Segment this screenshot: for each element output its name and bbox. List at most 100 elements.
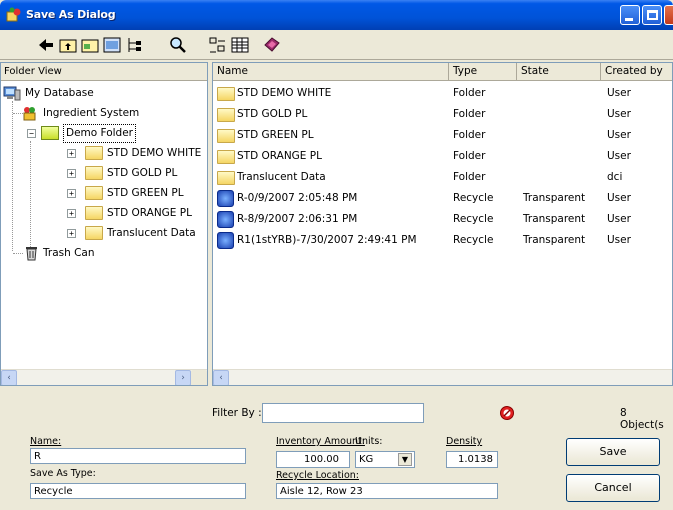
item-created-by: User (607, 192, 631, 204)
tree-item-label: STD GOLD PL (107, 167, 178, 179)
units-label: Units: (355, 436, 383, 447)
scroll-right-icon[interactable]: › (175, 370, 191, 385)
back-arrow-icon[interactable] (36, 35, 56, 55)
column-header-type[interactable]: Type (449, 63, 517, 81)
left-horizontal-scrollbar[interactable]: ‹ › (1, 369, 207, 385)
item-name: STD GREEN PL (237, 129, 314, 141)
filter-input[interactable] (262, 403, 424, 423)
column-header-name[interactable]: Name (213, 63, 449, 81)
expand-icon[interactable]: + (67, 169, 76, 178)
cancel-button[interactable]: Cancel (566, 474, 660, 502)
item-type: Recycle (453, 213, 494, 225)
recycle-location-label: Recycle Location: (276, 470, 359, 481)
app-icon (6, 7, 21, 22)
object-count: 8 Object(s (620, 407, 664, 431)
close-button[interactable] (664, 5, 673, 25)
clear-filter-icon[interactable] (499, 405, 515, 421)
item-state: Transparent (523, 234, 586, 246)
item-created-by: User (607, 213, 631, 225)
folder-icon (217, 108, 235, 122)
file-list-pane[interactable]: Name Type State Created by STD DEMO WHIT… (212, 62, 673, 386)
list-item[interactable]: Translucent Data Folder dci (213, 167, 672, 188)
tree-item-std-demo-white[interactable]: + STD DEMO WHITE (3, 143, 207, 163)
item-name: STD DEMO WHITE (237, 87, 332, 99)
expand-icon[interactable]: + (67, 149, 76, 158)
tree-item-demo-folder[interactable]: − Demo Folder (3, 123, 203, 143)
folder-icon (217, 150, 235, 164)
folder-view-pane[interactable]: Folder View My Database Ingredient Syste… (0, 62, 208, 386)
new-folder-icon[interactable] (80, 35, 100, 55)
title-bar[interactable]: Save As Dialog (0, 0, 673, 30)
collapse-icon[interactable]: − (27, 129, 36, 138)
folder-icon (85, 206, 103, 220)
tree-item-trash-can[interactable]: Trash Can (3, 243, 203, 263)
name-label: Name: (30, 436, 62, 447)
expand-icon[interactable]: + (67, 209, 76, 218)
save-button[interactable]: Save (566, 438, 660, 466)
inventory-amount-label: Inventory Amount: (276, 436, 365, 447)
density-field[interactable]: 1.0138 (446, 451, 498, 468)
tree-item-label: Demo Folder (63, 124, 136, 143)
save-as-type-field[interactable]: Recycle (30, 483, 246, 499)
up-folder-icon[interactable] (58, 35, 78, 55)
item-created-by: User (607, 87, 631, 99)
tree-item-std-gold-pl[interactable]: + STD GOLD PL (3, 163, 207, 183)
name-field[interactable]: R (30, 448, 246, 464)
item-type: Folder (453, 87, 486, 99)
minimize-button[interactable] (620, 5, 640, 25)
expand-icon[interactable]: + (67, 229, 76, 238)
expand-icon[interactable]: + (67, 189, 76, 198)
folder-icon (217, 129, 235, 143)
tree-item-std-orange-pl[interactable]: + STD ORANGE PL (3, 203, 207, 223)
list-item[interactable]: R1(1stYRB)-7/30/2007 2:49:41 PM Recycle … (213, 230, 672, 251)
column-header-state[interactable]: State (517, 63, 601, 81)
item-name: STD GOLD PL (237, 108, 308, 120)
tree-item-my-database[interactable]: My Database (3, 83, 203, 103)
list-item[interactable]: STD GOLD PL Folder User (213, 104, 672, 125)
units-select[interactable]: KG ▼ (355, 451, 415, 468)
item-type: Recycle (453, 234, 494, 246)
tree-item-label: Translucent Data (107, 227, 196, 239)
item-state: Transparent (523, 192, 586, 204)
search-icon[interactable] (168, 35, 188, 55)
tree-item-label: STD GREEN PL (107, 187, 184, 199)
inventory-amount-field[interactable]: 100.00 (276, 451, 350, 468)
item-name: R1(1stYRB)-7/30/2007 2:49:41 PM (237, 234, 417, 246)
tree-item-label: STD ORANGE PL (107, 207, 192, 219)
folder-icon (217, 87, 235, 101)
recycle-location-field[interactable]: Aisle 12, Row 23 (276, 483, 498, 499)
tree-item-label: STD DEMO WHITE (107, 147, 202, 159)
scroll-left-icon[interactable]: ‹ (213, 370, 229, 385)
list-item[interactable]: STD GREEN PL Folder User (213, 125, 672, 146)
column-header-created-by[interactable]: Created by (601, 63, 672, 81)
tree-item-label: Ingredient System (43, 107, 140, 119)
units-value: KG (359, 454, 374, 465)
item-name: R-0/9/2007 2:05:48 PM (237, 192, 358, 204)
save-as-dialog: Save As Dialog Folder View My Database I… (0, 0, 673, 510)
item-created-by: User (607, 150, 631, 162)
open-folder-icon (41, 126, 59, 140)
item-name: STD ORANGE PL (237, 150, 322, 162)
trash-can-icon (26, 247, 37, 261)
maximize-button[interactable] (642, 5, 662, 25)
item-created-by: dci (607, 171, 623, 183)
book-icon[interactable] (262, 35, 282, 55)
chevron-down-icon[interactable]: ▼ (398, 453, 412, 466)
right-horizontal-scrollbar[interactable]: ‹ (213, 369, 672, 385)
details-view-icon[interactable] (230, 35, 250, 55)
tree-item-ingredient-system[interactable]: Ingredient System (3, 103, 203, 123)
list-item[interactable]: R-8/9/2007 2:06:31 PM Recycle Transparen… (213, 209, 672, 230)
scroll-left-icon[interactable]: ‹ (1, 370, 17, 385)
tree-item-std-green-pl[interactable]: + STD GREEN PL (3, 183, 207, 203)
view-icon[interactable] (102, 35, 122, 55)
tree-view-icon[interactable] (124, 35, 144, 55)
list-item[interactable]: R-0/9/2007 2:05:48 PM Recycle Transparen… (213, 188, 672, 209)
list-item[interactable]: STD DEMO WHITE Folder User (213, 83, 672, 104)
small-icons-icon[interactable] (208, 35, 228, 55)
item-type: Recycle (453, 192, 494, 204)
tree-item-translucent-data[interactable]: + Translucent Data (3, 223, 207, 243)
item-type: Folder (453, 171, 486, 183)
scrollbar-corner (191, 370, 207, 385)
folder-icon (85, 226, 103, 240)
list-item[interactable]: STD ORANGE PL Folder User (213, 146, 672, 167)
